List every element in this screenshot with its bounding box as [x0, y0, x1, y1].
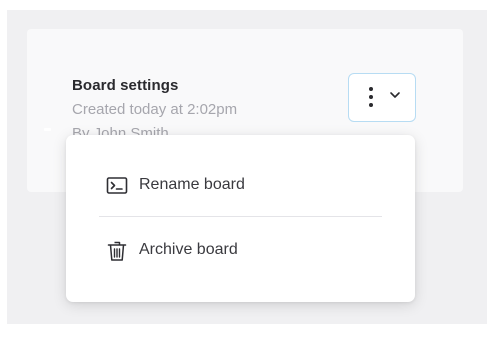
board-created-text: Created today at 2:02pm — [72, 101, 238, 118]
board-settings-title: Board settings — [72, 77, 179, 94]
board-menu-button[interactable] — [348, 73, 416, 122]
archive-board-item[interactable]: Archive board — [66, 227, 415, 275]
rename-board-item[interactable]: Rename board — [66, 162, 415, 210]
terminal-icon — [106, 177, 128, 194]
rename-board-label: Rename board — [139, 176, 245, 193]
chevron-down-icon — [390, 92, 400, 98]
decorative-dash — [44, 128, 51, 131]
archive-board-label: Archive board — [139, 241, 238, 258]
more-vertical-icon — [369, 87, 373, 109]
menu-divider — [99, 216, 382, 217]
board-actions-menu: Rename board Archive board — [66, 135, 415, 302]
trash-icon — [107, 241, 127, 261]
